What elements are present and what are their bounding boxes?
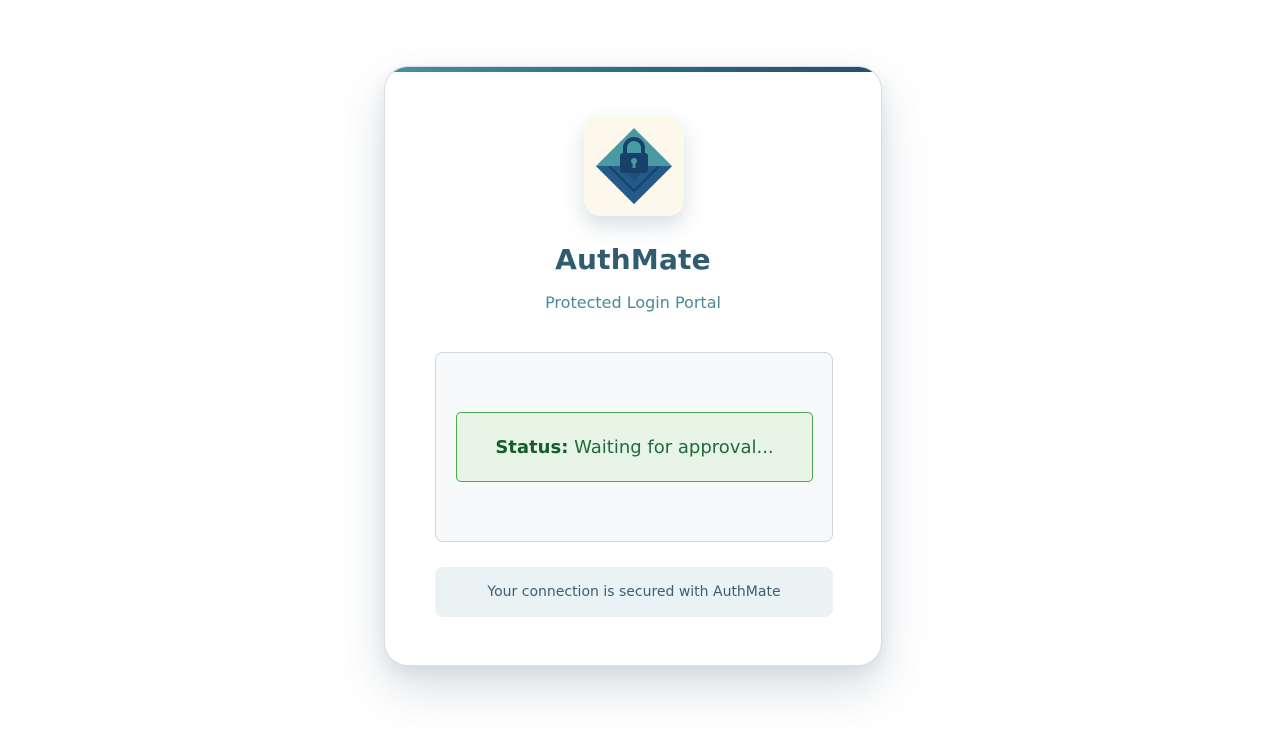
lock-envelope-icon [596, 128, 672, 204]
app-logo [584, 116, 684, 216]
login-card: AuthMate Protected Login Portal Status: … [384, 66, 882, 666]
status-panel: Status: Waiting for approval... [435, 352, 833, 542]
security-note: Your connection is secured with AuthMate [435, 567, 833, 617]
app-title: AuthMate [555, 243, 711, 276]
status-value: Waiting for approval... [574, 436, 774, 458]
status-message: Status: Waiting for approval... [456, 412, 813, 482]
card-top-accent-bar [385, 67, 881, 72]
app-subtitle: Protected Login Portal [545, 293, 721, 312]
status-label: Status: [495, 436, 569, 458]
